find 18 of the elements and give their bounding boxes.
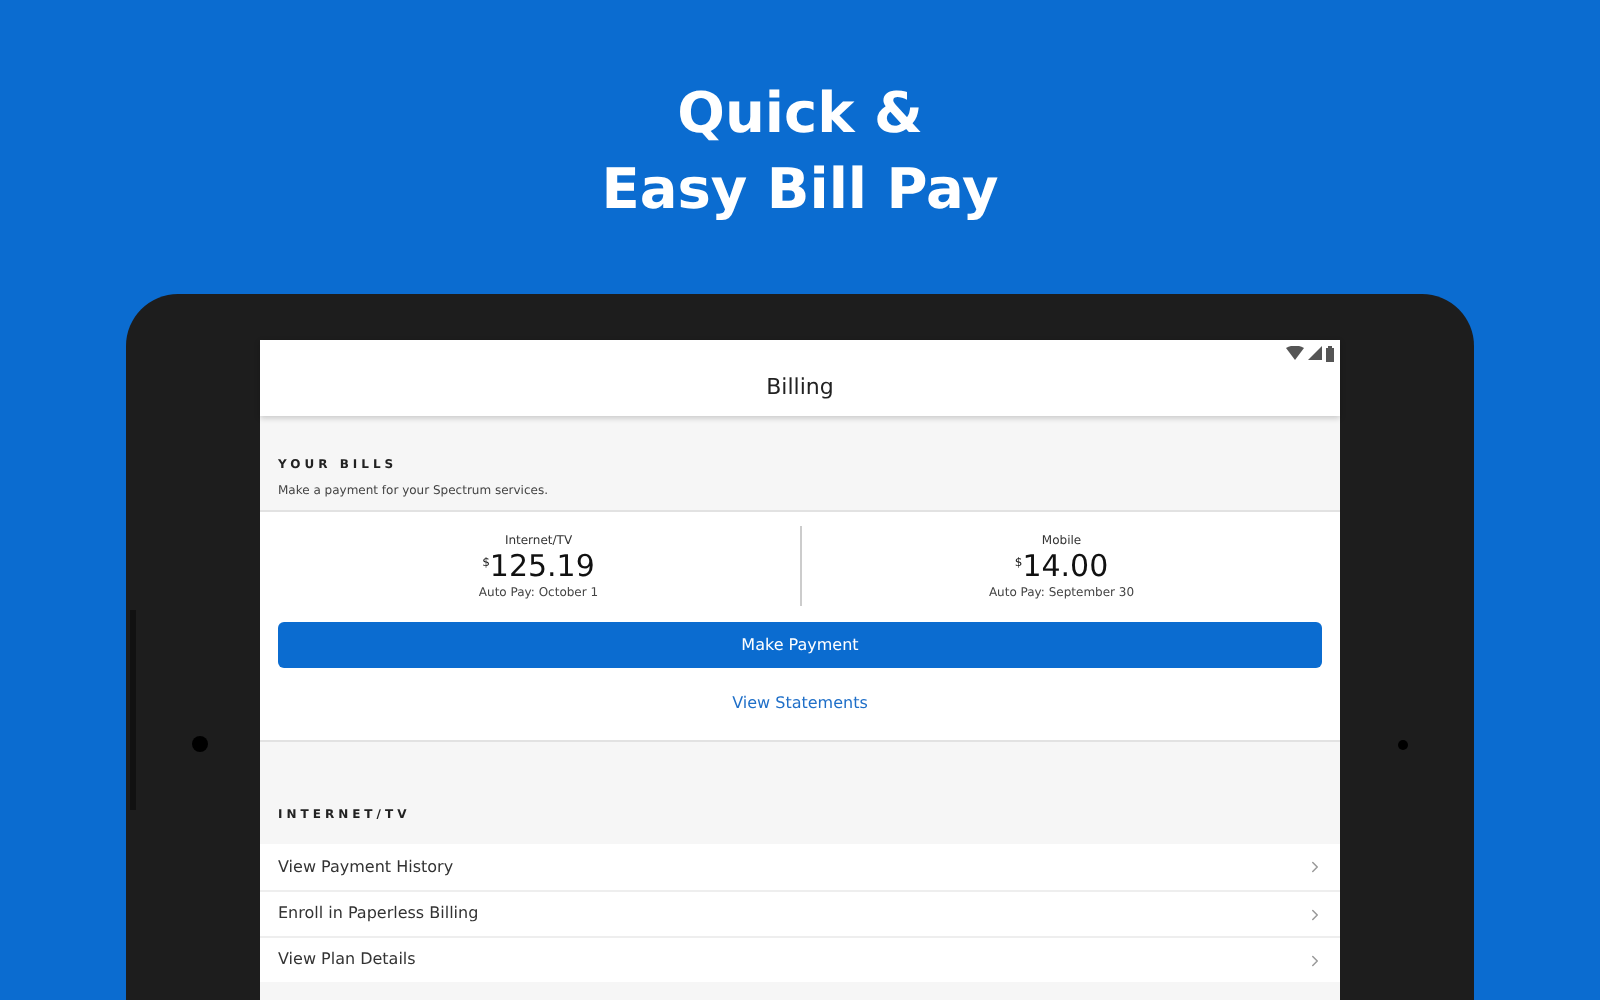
list-item[interactable]: View Payment History xyxy=(260,844,1340,890)
sensor-icon xyxy=(1398,740,1408,750)
list-item[interactable]: Enroll in Paperless Billing xyxy=(260,890,1340,936)
camera-icon xyxy=(192,736,208,752)
bill-amount: 14.00 xyxy=(1022,549,1109,583)
chevron-right-icon xyxy=(1306,951,1324,969)
chevron-right-icon xyxy=(1306,905,1324,923)
battery-icon xyxy=(1326,345,1334,361)
view-statements-link[interactable]: View Statements xyxy=(732,692,868,716)
headline: Quick & xyxy=(677,78,923,150)
bill-amount: 125.19 xyxy=(489,549,595,583)
list-item[interactable]: View Plan Details xyxy=(260,936,1340,982)
signal-icon xyxy=(1308,346,1322,360)
page-title: Billing xyxy=(766,371,834,404)
wifi-icon xyxy=(1286,346,1304,360)
make-payment-button[interactable]: Make Payment xyxy=(278,622,1322,668)
chevron-right-icon xyxy=(1306,858,1324,876)
headline: Easy Bill Pay xyxy=(601,154,999,226)
